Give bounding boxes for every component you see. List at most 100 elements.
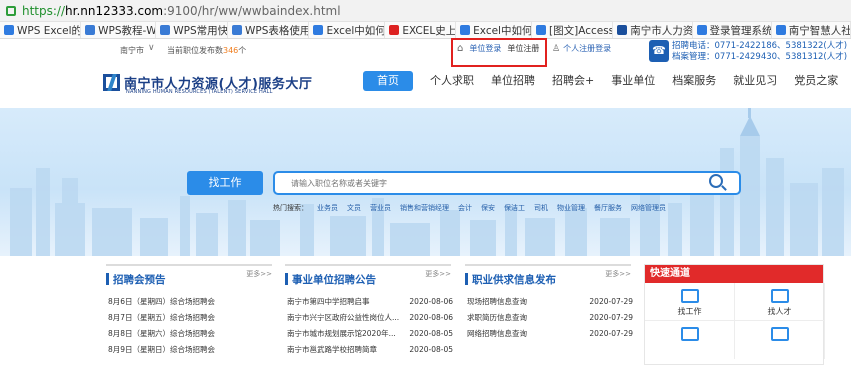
bookmark-item[interactable]: 南宁市人力资 — [613, 22, 693, 38]
hot-keyword[interactable]: 销售和营销经理 — [400, 203, 449, 213]
panel-accent-bar — [465, 273, 468, 285]
bookmark-item[interactable]: Excel中如何 — [456, 22, 533, 38]
hot-search-keywords: 热门搜索： 业务员 文员 营业员 销售和营销经理 会计 保安 保洁工 司机 物业… — [273, 203, 666, 213]
list-item[interactable]: 求职简历信息查询 2020-07-29 — [467, 309, 633, 325]
bookmark-icon — [696, 25, 707, 35]
job-search-bar: 找工作 — [187, 171, 741, 195]
bookmark-item[interactable]: [图文]Access — [532, 22, 614, 38]
hot-keyword[interactable]: 营业员 — [370, 203, 391, 213]
bookmark-icon — [775, 25, 786, 35]
browser-address-bar[interactable]: https:// hr.nn12333.com :9100/hr/ww/wwba… — [0, 0, 851, 22]
hot-keyword[interactable]: 业务员 — [317, 203, 338, 213]
panel-list: 南宁市第四中学招聘启事 2020-08-06 南宁市兴宁区政府公益性岗位人... 2… — [287, 293, 453, 357]
bookmark-icon — [85, 25, 96, 35]
list-item[interactable]: 南宁市邕武路学校招聘简章 2020-08-05 — [287, 341, 453, 357]
quick-find-job[interactable]: 找工作 — [645, 283, 735, 321]
job-count: 346 — [223, 46, 239, 55]
panel-accent-bar — [285, 273, 288, 285]
quick-find-talent[interactable]: 找人才 — [735, 283, 825, 321]
bookmark-icon — [460, 25, 471, 35]
phone-icon: ☎ — [649, 40, 669, 62]
list-item[interactable]: 南宁市第四中学招聘启事 2020-08-06 — [287, 293, 453, 309]
talent-card-icon — [770, 289, 789, 303]
list-item[interactable]: 南宁市兴宁区政府公益性岗位人... 2020-08-06 — [287, 309, 453, 325]
bookmark-icon — [232, 25, 243, 35]
bookmark-item[interactable]: WPS教程-W — [81, 22, 157, 38]
main-nav: 首页 个人求职 单位招聘 招聘会+ 事业单位 档案服务 就业见习 党员之家 — [363, 71, 851, 91]
lock-icon — [6, 6, 16, 16]
panel-list: 现场招聘信息查询 2020-07-29 求职简历信息查询 2020-07-29 网络… — [467, 293, 633, 341]
list-item[interactable]: 8月9日（星期日）综合场招聘会 — [108, 341, 274, 357]
nav-internship[interactable]: 就业见习 — [733, 71, 777, 91]
bookmark-item[interactable]: 南宁智慧人社 — [772, 22, 851, 38]
list-item[interactable]: 南宁市城市规划展示馆2020年... 2020-08-05 — [287, 325, 453, 341]
city-selector[interactable]: 南宁市 — [120, 45, 144, 56]
career-supply-demand-panel: 职业供求信息发布 更多>> 现场招聘信息查询 2020-07-29 求职简历信息查… — [465, 264, 633, 365]
search-input[interactable] — [273, 171, 741, 195]
quick-item-3[interactable] — [645, 321, 735, 359]
nav-public-institution[interactable]: 事业单位 — [611, 71, 655, 91]
quick-access-title: 快速通道 — [645, 265, 823, 283]
bookmark-item[interactable]: 登录管理系统 — [693, 22, 772, 38]
bookmark-icon — [160, 25, 171, 35]
hot-keyword[interactable]: 文员 — [347, 203, 361, 213]
hot-keyword[interactable]: 保安 — [481, 203, 495, 213]
monitor-icon — [680, 327, 699, 341]
list-icon — [770, 327, 789, 341]
bookmark-icon — [389, 25, 400, 35]
more-link[interactable]: 更多>> — [605, 269, 631, 279]
more-link[interactable]: 更多>> — [425, 269, 451, 279]
hot-search-label: 热门搜索： — [273, 204, 308, 212]
bookmark-icon — [536, 25, 547, 35]
bookmark-icon — [313, 25, 324, 35]
hot-keyword[interactable]: 司机 — [534, 203, 548, 213]
bookmark-icon — [617, 25, 628, 35]
list-item[interactable]: 8月6日（星期四）综合场招聘会 — [108, 293, 274, 309]
job-count-info: 当前职位发布数346个 — [167, 46, 247, 55]
hot-keyword[interactable]: 物业管理 — [557, 203, 585, 213]
hot-keyword[interactable]: 餐厅服务 — [594, 203, 622, 213]
archive-phone: 档案管理：0771-2429430、5381312(人才) — [672, 52, 848, 62]
panel-title: 招聘会预告 — [113, 273, 166, 286]
find-job-button[interactable]: 找工作 — [187, 171, 263, 195]
bookmark-item[interactable]: WPS表格使用 — [228, 22, 310, 38]
hot-keyword[interactable]: 保洁工 — [504, 203, 525, 213]
bookmark-item[interactable]: Excel中如何 — [309, 22, 386, 38]
bookmark-item[interactable]: WPS常用快 — [156, 22, 229, 38]
hot-keyword[interactable]: 网络管理员 — [631, 203, 666, 213]
search-icon[interactable] — [709, 174, 723, 188]
bookmark-item[interactable]: WPS Excel的 — [0, 22, 82, 38]
personal-login-link[interactable]: 个人注册登录 — [563, 43, 611, 54]
nav-job-fair[interactable]: 招聘会+ — [552, 71, 594, 91]
panel-title: 事业单位招聘公告 — [292, 273, 376, 286]
list-item[interactable]: 现场招聘信息查询 2020-07-29 — [467, 293, 633, 309]
panel-list: 8月6日（星期四）综合场招聘会 8月7日（星期五）综合场招聘会 8月8日（星期六… — [108, 293, 274, 357]
url-display[interactable]: https:// hr.nn12333.com :9100/hr/ww/wwba… — [6, 3, 341, 19]
personal-login-area: ♙ 个人注册登录 — [552, 43, 611, 54]
list-item[interactable]: 8月7日（星期五）综合场招聘会 — [108, 309, 274, 325]
nav-home[interactable]: 首页 — [363, 71, 413, 91]
job-fair-preview-panel: 招聘会预告 更多>> 8月6日（星期四）综合场招聘会 8月7日（星期五）综合场招… — [106, 264, 272, 365]
chevron-down-icon[interactable]: ∨ — [148, 43, 155, 53]
logo-mark-icon — [103, 74, 120, 91]
contact-phones: 招聘电话：0771-2422186、5381322(人才) 档案管理：0771-… — [672, 41, 847, 63]
nav-party-member[interactable]: 党员之家 — [794, 71, 838, 91]
quick-item-4[interactable] — [735, 321, 825, 359]
url-path: :9100/hr/ww/wwbaindex.html — [163, 4, 341, 18]
nav-job-seeking[interactable]: 个人求职 — [430, 71, 474, 91]
list-item[interactable]: 网络招聘信息查询 2020-07-29 — [467, 325, 633, 341]
hot-keyword[interactable]: 会计 — [458, 203, 472, 213]
bookmark-icon — [4, 25, 14, 35]
panel-title: 职业供求信息发布 — [472, 273, 556, 286]
url-scheme: https:// — [22, 4, 66, 18]
more-link[interactable]: 更多>> — [246, 269, 272, 279]
public-institution-notice-panel: 事业单位招聘公告 更多>> 南宁市第四中学招聘启事 2020-08-06 南宁市兴… — [285, 264, 453, 365]
nav-archive-service[interactable]: 档案服务 — [672, 71, 716, 91]
quick-access-panel: 快速通道 找工作 找人才 — [644, 264, 825, 365]
bookmark-item[interactable]: EXCEL史上 — [385, 22, 457, 38]
nav-unit-recruit[interactable]: 单位招聘 — [491, 71, 535, 91]
url-host: hr.nn12333.com — [65, 4, 164, 18]
user-icon: ♙ — [552, 43, 561, 54]
list-item[interactable]: 8月8日（星期六）综合场招聘会 — [108, 325, 274, 341]
panel-accent-bar — [106, 273, 109, 285]
